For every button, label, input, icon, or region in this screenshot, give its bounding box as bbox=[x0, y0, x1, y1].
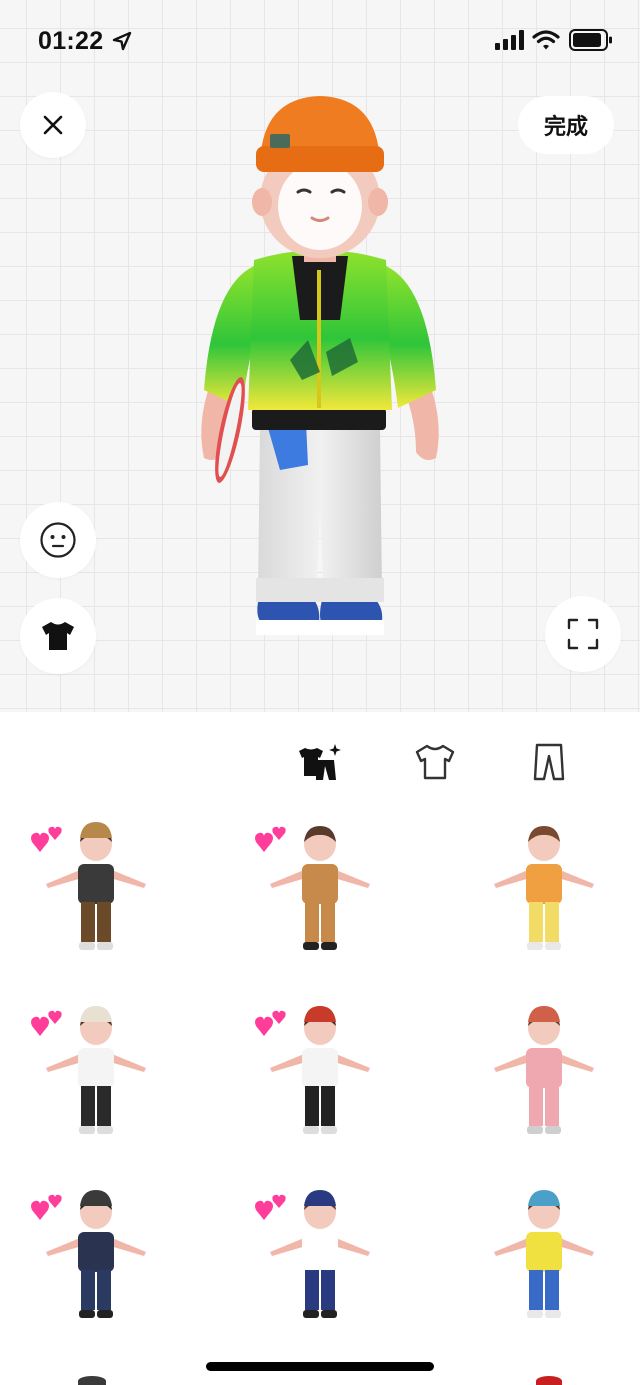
close-button[interactable] bbox=[20, 92, 86, 158]
outfit-card[interactable] bbox=[224, 810, 437, 990]
outfit-picker-sheet bbox=[0, 712, 640, 1385]
tshirt-icon bbox=[42, 622, 74, 650]
status-bar: 01:22 bbox=[0, 0, 640, 80]
cellular-signal-icon bbox=[495, 30, 524, 50]
outfit-avatar-preview bbox=[494, 826, 594, 950]
outfit-card[interactable] bbox=[224, 994, 437, 1174]
pants-outline-icon bbox=[533, 743, 565, 781]
tab-bottoms[interactable] bbox=[527, 740, 571, 784]
outfit-card[interactable] bbox=[0, 810, 213, 990]
outfit-edit-button[interactable] bbox=[20, 598, 96, 674]
face-edit-button[interactable] bbox=[20, 502, 96, 578]
favorite-heart-icon[interactable] bbox=[30, 1008, 64, 1038]
outfit-card[interactable] bbox=[448, 1178, 640, 1358]
avatar-preview-stage[interactable]: 01:22 完成 bbox=[0, 0, 640, 712]
outfit-card[interactable] bbox=[448, 810, 640, 990]
avatar-3d-character[interactable] bbox=[190, 90, 450, 650]
tshirt-outline-icon bbox=[415, 744, 455, 780]
wifi-icon bbox=[532, 30, 560, 50]
tab-tops[interactable] bbox=[413, 740, 457, 784]
outfit-avatar-preview bbox=[494, 1190, 594, 1318]
battery-icon bbox=[569, 29, 612, 51]
done-button[interactable]: 完成 bbox=[518, 96, 614, 154]
favorite-heart-icon[interactable] bbox=[254, 824, 288, 854]
next-row-hint bbox=[536, 1376, 562, 1385]
favorite-heart-icon[interactable] bbox=[30, 824, 64, 854]
home-indicator[interactable] bbox=[206, 1362, 434, 1371]
outfit-card[interactable] bbox=[0, 994, 213, 1174]
favorite-heart-icon[interactable] bbox=[254, 1192, 288, 1222]
location-arrow-icon bbox=[112, 31, 132, 51]
outfit-card[interactable] bbox=[224, 1178, 437, 1358]
status-time: 01:22 bbox=[38, 27, 104, 55]
favorite-heart-icon[interactable] bbox=[254, 1008, 288, 1038]
outfit-set-sparkle-icon bbox=[299, 744, 341, 780]
fullscreen-button[interactable] bbox=[545, 596, 621, 672]
tab-outfit-sets[interactable] bbox=[299, 740, 343, 784]
favorite-heart-icon[interactable] bbox=[30, 1192, 64, 1222]
outfit-card[interactable] bbox=[0, 1178, 213, 1358]
face-icon bbox=[40, 522, 76, 558]
outfit-avatar-preview bbox=[494, 1006, 594, 1134]
next-row-hint bbox=[78, 1376, 106, 1385]
fullscreen-icon bbox=[567, 618, 599, 650]
close-icon bbox=[43, 115, 63, 135]
outfit-card[interactable] bbox=[448, 994, 640, 1174]
